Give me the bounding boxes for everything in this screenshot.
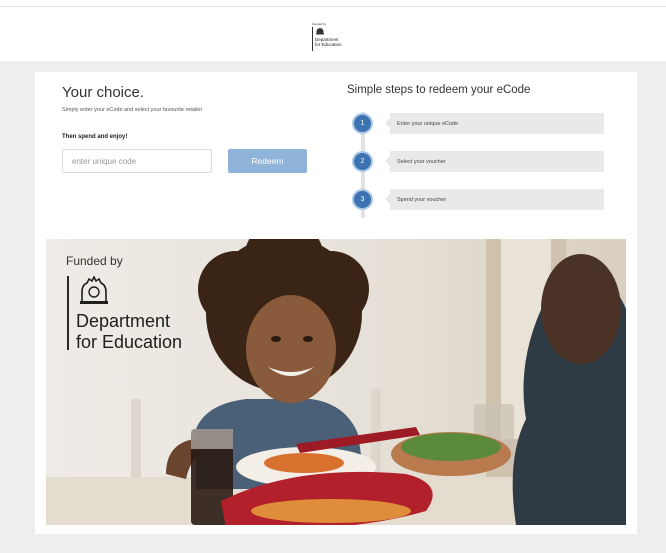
step-number-1: 1 bbox=[352, 113, 373, 134]
steps-title: Simple steps to redeem your eCode bbox=[347, 84, 531, 96]
ecode-input[interactable] bbox=[62, 149, 212, 173]
royal-crest-icon bbox=[80, 276, 108, 304]
hero-funded-by: Funded by bbox=[66, 254, 123, 268]
header-funded-by: Funded by bbox=[312, 22, 327, 26]
step-label-1: Enter your unique eCode bbox=[385, 113, 604, 134]
choice-title: Your choice. bbox=[62, 84, 145, 101]
hero-banner: Funded by Department for Education bbox=[46, 239, 626, 525]
header-department-name: Department for Education bbox=[315, 37, 342, 47]
choice-subtitle: Simply enter your eCode and select your … bbox=[62, 107, 203, 113]
family-meal-photo bbox=[46, 239, 626, 525]
site-header: Funded by Department for Education bbox=[0, 7, 666, 61]
step-number-2: 2 bbox=[352, 151, 373, 172]
hero-logo-bar bbox=[67, 276, 69, 350]
step-label-3: Spend your voucher bbox=[385, 189, 604, 210]
redeem-button[interactable]: Redeem bbox=[228, 149, 307, 173]
royal-crest-icon bbox=[316, 27, 324, 35]
hero-department-name: Department for Education bbox=[76, 311, 183, 352]
header-dfe-logo[interactable]: Funded by Department for Education bbox=[312, 22, 372, 56]
header-logo-bar bbox=[312, 27, 313, 51]
spend-text: Then spend and enjoy! bbox=[62, 134, 128, 140]
step-label-2: Select your voucher bbox=[385, 151, 604, 172]
step-number-3: 3 bbox=[352, 189, 373, 210]
